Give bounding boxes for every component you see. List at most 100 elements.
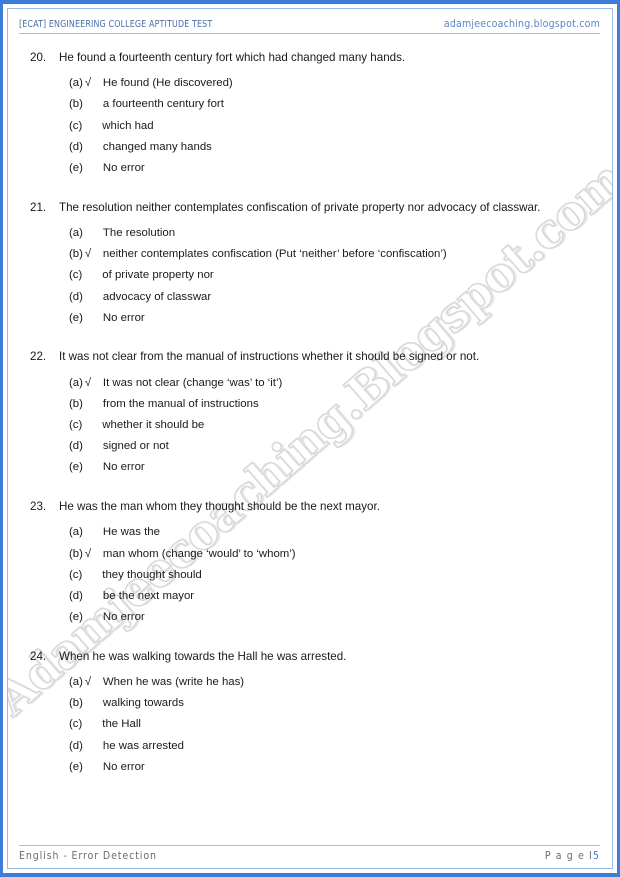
page-header: [ECAT] ENGINEERING COLLEGE APTITUDE TEST… <box>19 18 600 34</box>
question-text: He found a fourteenth century fort which… <box>59 51 406 64</box>
question-heading: 24. When he was walking towards the Hall … <box>19 648 600 666</box>
option-row[interactable]: (b) √ neither contemplates confiscation (P… <box>19 246 600 264</box>
option-text: which had <box>102 119 154 132</box>
question-number: 20. <box>30 51 47 64</box>
question-number: 24. <box>30 649 47 663</box>
option-label: (e) <box>69 461 83 474</box>
question-number: 21. <box>30 200 47 214</box>
option-label: (c) <box>69 269 83 282</box>
header-site-url: adamjeecoaching.blogspot.com <box>443 18 600 30</box>
option-label: (b) <box>69 547 83 560</box>
option-text: signed or not <box>102 440 169 453</box>
option-row[interactable]: (d) he was arrested <box>19 738 600 756</box>
option-label: (d) <box>69 290 83 303</box>
option-row[interactable]: (b) from the manual of instructions <box>19 396 600 414</box>
option-label: (e) <box>69 311 83 324</box>
option-row[interactable]: (c) of private property nor <box>19 267 600 285</box>
option-row[interactable]: (c) which had <box>19 118 600 136</box>
check-mark-icon: √ <box>84 248 92 261</box>
option-row[interactable]: (e) No error <box>19 160 600 178</box>
option-label: (b) <box>69 248 83 261</box>
option-text: It was not clear (change ‘was’ to ‘it’) <box>102 376 283 389</box>
option-label: (a) <box>69 226 83 239</box>
check-mark-icon: √ <box>84 376 92 389</box>
check-mark-icon: √ <box>84 77 92 90</box>
option-row[interactable]: (b) a fourteenth century fort <box>19 96 600 114</box>
option-label: (a) <box>69 526 83 539</box>
question-heading: 21. The resolution neither contemplates c… <box>19 199 600 217</box>
option-list: (a) √ When he was (write he has) (b) walking… <box>19 674 600 776</box>
option-row[interactable]: (a) √ When he was (write he has) <box>19 674 600 692</box>
question-block: 23. He was the man whom they thought shou… <box>19 498 600 627</box>
question-number: 22. <box>30 350 47 364</box>
option-text: No error <box>102 311 145 324</box>
option-row[interactable]: (c) whether it should be <box>19 417 600 435</box>
option-list: (a) √ It was not clear (change ‘was’ to ‘i… <box>19 375 600 477</box>
option-label: (c) <box>69 718 83 731</box>
option-label: (c) <box>69 568 83 581</box>
option-label: (b) <box>69 98 83 111</box>
option-label: (a) <box>69 676 83 688</box>
option-text: No error <box>102 162 145 174</box>
option-text: He found (He discovered) <box>102 77 233 90</box>
option-label: (d) <box>69 739 83 752</box>
question-text: It was not clear from the manual of inst… <box>59 350 480 364</box>
option-text: He was the <box>102 526 160 539</box>
option-row[interactable]: (d) be the next mayor <box>19 588 600 606</box>
option-text: from the manual of instructions <box>102 397 259 410</box>
option-row[interactable]: (e) No error <box>19 609 600 627</box>
question-heading: 20. He found a fourteenth century fort wh… <box>19 49 600 67</box>
question-number: 23. <box>30 500 47 514</box>
page-inner-border: Adamjeecoaching.Blogspot.com [ECAT] ENGI… <box>7 8 613 869</box>
option-text: man whom (change ‘would’ to ‘whom’) <box>102 547 296 560</box>
option-text: advocacy of classwar <box>102 290 212 303</box>
option-text: neither contemplates confiscation (Put ‘… <box>102 248 447 261</box>
option-label: (c) <box>69 419 83 431</box>
option-row[interactable]: (e) No error <box>19 759 600 777</box>
question-heading: 23. He was the man whom they thought shou… <box>19 498 600 516</box>
question-block: 21. The resolution neither contemplates c… <box>19 199 600 328</box>
footer-page-label: P a g e I <box>544 850 593 862</box>
option-row[interactable]: (d) advocacy of classwar <box>19 289 600 307</box>
question-block: 20. He found a fourteenth century fort wh… <box>19 49 600 178</box>
option-row[interactable]: (d) signed or not <box>19 438 600 456</box>
option-text: he was arrested <box>102 739 184 752</box>
option-list: (a) He was the (b) √ man whom (change ‘would… <box>19 524 600 626</box>
header-exam-title: [ECAT] ENGINEERING COLLEGE APTITUDE TEST <box>19 19 213 30</box>
option-label: (e) <box>69 162 83 174</box>
footer-page-indicator: P a g e I5 <box>545 850 600 862</box>
option-row[interactable]: (a) The resolution <box>19 225 600 243</box>
option-text: No error <box>102 760 145 773</box>
footer-subject: English - Error Detection <box>19 850 157 862</box>
option-text: they thought should <box>102 568 202 581</box>
option-text: a fourteenth century fort <box>102 98 224 111</box>
option-list: (a) The resolution (b) √ neither contemplate… <box>19 225 600 327</box>
option-row[interactable]: (e) No error <box>19 459 600 477</box>
option-label: (d) <box>69 140 83 153</box>
option-row[interactable]: (c) they thought should <box>19 567 600 585</box>
option-row[interactable]: (a) √ He found (He discovered) <box>19 75 600 93</box>
option-row[interactable]: (d) changed many hands <box>19 139 600 157</box>
option-label: (e) <box>69 611 83 624</box>
footer-page-number: 5 <box>592 850 600 862</box>
page-content: [ECAT] ENGINEERING COLLEGE APTITUDE TEST… <box>8 9 612 868</box>
option-row[interactable]: (a) √ It was not clear (change ‘was’ to ‘i… <box>19 375 600 393</box>
option-row[interactable]: (b) walking towards <box>19 695 600 713</box>
option-row[interactable]: (a) He was the <box>19 524 600 542</box>
option-text: of private property nor <box>102 269 214 282</box>
check-mark-icon: √ <box>84 676 92 688</box>
option-text: the Hall <box>102 718 141 731</box>
option-row[interactable]: (e) No error <box>19 310 600 328</box>
option-row[interactable]: (c) the Hall <box>19 716 600 734</box>
option-text: When he was (write he has) <box>102 676 245 688</box>
question-block: 22. It was not clear from the manual of i… <box>19 348 600 477</box>
question-text: The resolution neither contemplates conf… <box>59 200 541 214</box>
option-text: The resolution <box>102 226 176 239</box>
question-text: He was the man whom they thought should … <box>59 500 380 514</box>
option-text: be the next mayor <box>102 589 195 602</box>
question-list: 20. He found a fourteenth century fort wh… <box>19 34 600 845</box>
option-row[interactable]: (b) √ man whom (change ‘would’ to ‘whom’) <box>19 546 600 564</box>
option-label: (b) <box>69 697 83 710</box>
option-text: No error <box>102 611 145 624</box>
option-label: (d) <box>69 440 83 453</box>
